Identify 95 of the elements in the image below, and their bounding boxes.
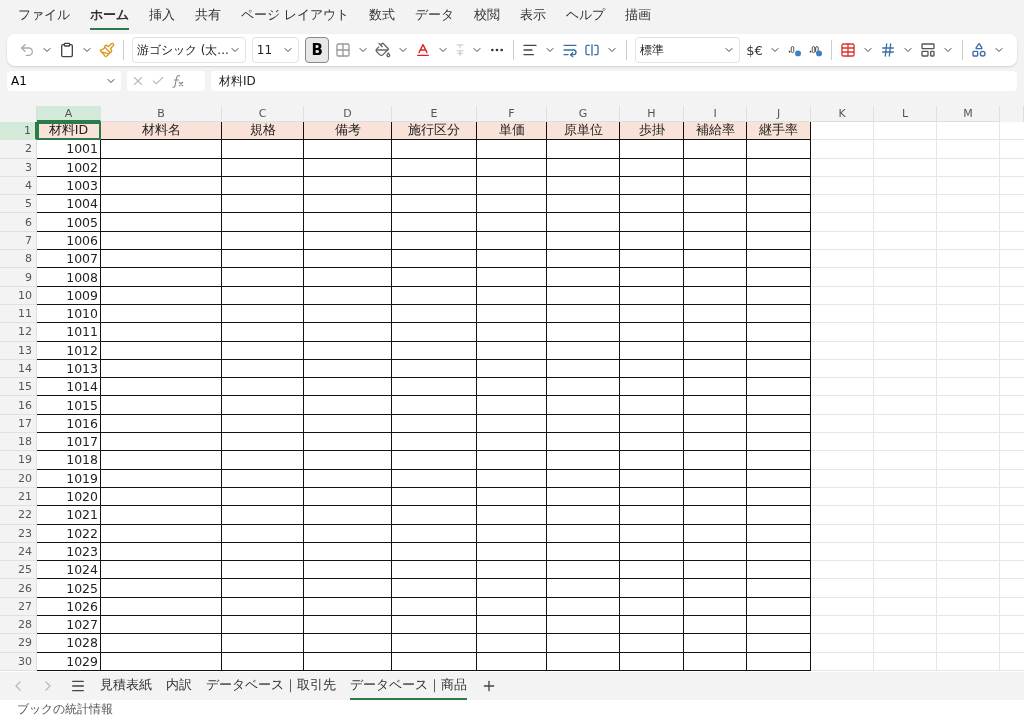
- table-cell: 1027: [37, 616, 101, 635]
- row-header[interactable]: 9: [0, 268, 37, 287]
- header-cell: 材料名: [101, 122, 222, 141]
- row-header[interactable]: 22: [0, 506, 37, 525]
- header-cell: 継手率: [747, 122, 811, 141]
- align-icon[interactable]: [522, 42, 539, 58]
- column-header[interactable]: G: [547, 106, 620, 122]
- header-cell: 単価: [477, 122, 547, 141]
- column-header[interactable]: K: [811, 106, 874, 122]
- column-header[interactable]: D: [304, 106, 392, 122]
- borders-icon[interactable]: [335, 42, 352, 58]
- function-icon[interactable]: [171, 74, 185, 88]
- table-cell: 1021: [37, 506, 101, 525]
- add-icon[interactable]: [481, 678, 497, 694]
- row-header[interactable]: 6: [0, 213, 37, 232]
- row-header[interactable]: 5: [0, 195, 37, 214]
- table-cell: 1005: [37, 213, 101, 232]
- header-cell: 補給率: [684, 122, 747, 141]
- column-header[interactable]: J: [747, 106, 811, 122]
- header-cell: 原単位: [547, 122, 620, 141]
- ribbon-tab[interactable]: データ: [415, 2, 455, 30]
- table-cell: 1028: [37, 634, 101, 653]
- row-header[interactable]: 26: [0, 579, 37, 598]
- row-header[interactable]: 12: [0, 323, 37, 342]
- menu-icon[interactable]: [70, 678, 86, 694]
- column-header[interactable]: I: [684, 106, 747, 122]
- phonetic-icon[interactable]: [455, 42, 466, 58]
- ribbon-tab[interactable]: 共有: [195, 2, 221, 30]
- name-box[interactable]: A1: [7, 71, 121, 91]
- table-cell: 1004: [37, 195, 101, 214]
- ribbon-tab[interactable]: 数式: [369, 2, 396, 30]
- row-header[interactable]: 19: [0, 451, 37, 470]
- table-cell: 1001: [37, 140, 101, 159]
- number-format-dropdown[interactable]: 標準: [635, 37, 741, 63]
- conditional-format-icon[interactable]: [840, 42, 857, 58]
- column-header[interactable]: C: [222, 106, 304, 122]
- table-cell: 1015: [37, 396, 101, 415]
- table-cell: 1007: [37, 250, 101, 269]
- check-icon[interactable]: [151, 74, 165, 88]
- shapes-icon[interactable]: [971, 42, 987, 58]
- formula-field[interactable]: 材料ID: [211, 71, 1017, 91]
- sheet-tab[interactable]: 見積表紙: [100, 672, 152, 700]
- wrap-text-icon[interactable]: [562, 42, 579, 58]
- row-header[interactable]: 15: [0, 378, 37, 397]
- column-header[interactable]: E: [392, 106, 477, 122]
- row-header[interactable]: 8: [0, 250, 37, 269]
- table-cell: 1017: [37, 433, 101, 452]
- ribbon-tab[interactable]: 校閲: [474, 2, 501, 30]
- table-cell: 1011: [37, 323, 101, 342]
- ribbon-tab[interactable]: 描画: [625, 2, 652, 30]
- table-cell: 1014: [37, 378, 101, 397]
- hash-icon[interactable]: [880, 42, 897, 58]
- column-header[interactable]: A: [37, 106, 101, 122]
- currency-button[interactable]: $€: [746, 42, 763, 58]
- merge-icon[interactable]: [584, 42, 601, 58]
- row-header[interactable]: 2: [0, 140, 37, 159]
- table-cell: 1025: [37, 579, 101, 598]
- row-header[interactable]: 25: [0, 561, 37, 580]
- font-size-dropdown[interactable]: 11: [251, 37, 300, 63]
- row-header[interactable]: 1: [0, 122, 37, 141]
- header-cell: 施行区分: [392, 122, 477, 141]
- ribbon-tab[interactable]: ページ レイアウト: [241, 2, 350, 30]
- column-header[interactable]: B: [101, 106, 222, 122]
- ribbon-tab[interactable]: ホーム: [90, 2, 129, 30]
- column-header[interactable]: M: [937, 106, 1000, 122]
- row-header[interactable]: 29: [0, 634, 37, 653]
- row-header[interactable]: 18: [0, 433, 37, 452]
- ribbon-tab[interactable]: ヘルプ: [566, 2, 606, 30]
- status-text: ブックの統計情報: [0, 700, 1024, 719]
- column-header[interactable]: H: [620, 106, 684, 122]
- undo-icon[interactable]: [19, 42, 35, 58]
- header-cell: 規格: [222, 122, 304, 141]
- ribbon-tab[interactable]: 表示: [520, 2, 547, 30]
- bold-button[interactable]: B: [305, 37, 330, 63]
- close-icon[interactable]: [131, 74, 145, 88]
- table-cell: 1024: [37, 561, 101, 580]
- row-header[interactable]: 16: [0, 396, 37, 415]
- paintbrush-icon[interactable]: [99, 42, 115, 58]
- header-cell: 備考: [304, 122, 392, 141]
- table-cell: 1018: [37, 451, 101, 470]
- column-header[interactable]: F: [477, 106, 547, 122]
- header-cell: 材料ID: [37, 122, 101, 141]
- table-cell: 1008: [37, 268, 101, 287]
- column-header[interactable]: L: [874, 106, 937, 122]
- font-color-icon[interactable]: [415, 42, 432, 58]
- header-cell: 歩掛: [620, 122, 684, 141]
- sheet-tab[interactable]: 内訳: [166, 672, 192, 700]
- table-style-icon[interactable]: [920, 42, 937, 58]
- ribbon-tab[interactable]: 挿入: [149, 2, 175, 30]
- clipboard-icon[interactable]: [59, 42, 75, 58]
- row-header[interactable]: 28: [0, 616, 37, 635]
- sheet-tab[interactable]: データベース｜取引先: [206, 672, 336, 700]
- fill-color-icon[interactable]: [375, 42, 392, 58]
- font-name-dropdown[interactable]: 游ゴシック (太...: [131, 37, 246, 63]
- ribbon-tab[interactable]: ファイル: [18, 2, 70, 30]
